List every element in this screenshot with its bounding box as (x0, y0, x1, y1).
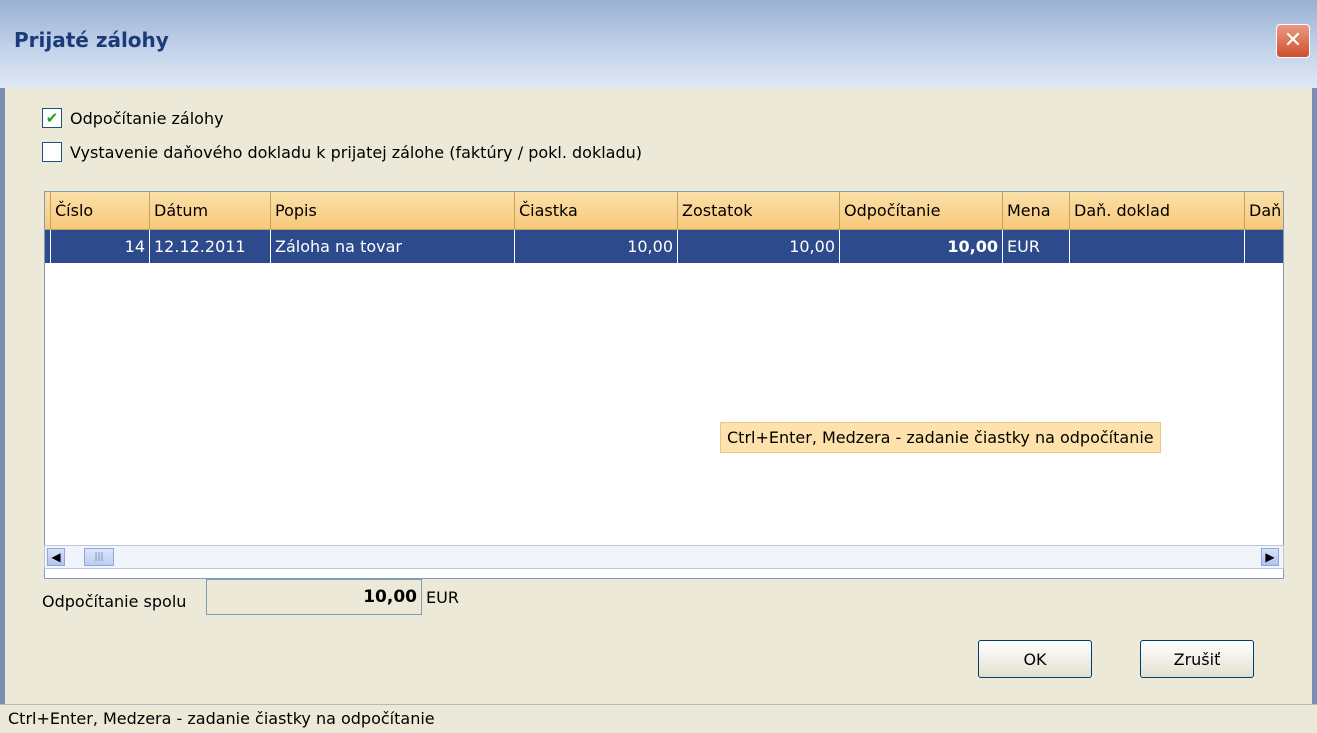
column-header-zostatok[interactable]: Zostatok (678, 192, 840, 229)
window-border-left (0, 88, 5, 733)
total-label: Odpočítanie spolu (42, 592, 187, 611)
column-header-cislo[interactable]: Číslo (51, 192, 150, 229)
advances-grid[interactable]: Číslo Dátum Popis Čiastka Zostatok Odpoč… (44, 191, 1284, 579)
column-header-dan[interactable]: Daň (1245, 192, 1283, 229)
window-title: Prijaté zálohy (14, 28, 169, 52)
cell-cislo[interactable]: 14 (51, 230, 150, 263)
scroll-thumb[interactable]: ||| (84, 548, 114, 566)
ok-button[interactable]: OK (978, 640, 1092, 678)
title-bar[interactable]: Prijaté zálohy ✕ (0, 0, 1317, 88)
arrow-left-icon: ◀ (51, 550, 61, 564)
close-button[interactable]: ✕ (1276, 24, 1310, 58)
table-row[interactable]: 14 12.12.2011 Záloha na tovar 10,00 10,0… (45, 230, 1283, 263)
grid-header: Číslo Dátum Popis Čiastka Zostatok Odpoč… (45, 192, 1283, 230)
deduct-advance-checkbox[interactable]: ✔ (42, 108, 62, 128)
column-header-odpocitanie[interactable]: Odpočítanie (840, 192, 1003, 229)
tax-document-option[interactable]: Vystavenie daňového dokladu k prijatej z… (42, 141, 642, 163)
close-icon: ✕ (1283, 28, 1303, 53)
tax-document-checkbox[interactable] (42, 142, 62, 162)
arrow-right-icon: ▶ (1265, 550, 1275, 564)
cell-zostatok[interactable]: 10,00 (678, 230, 840, 263)
cell-dan[interactable] (1245, 230, 1283, 263)
checkmark-icon: ✔ (45, 108, 59, 127)
tax-document-label: Vystavenie daňového dokladu k prijatej z… (70, 142, 643, 162)
deduct-advance-label: Odpočítanie zálohy (70, 108, 224, 128)
total-currency: EUR (426, 588, 459, 607)
scroll-right-button[interactable]: ▶ (1261, 548, 1279, 566)
keyboard-hint-tooltip: Ctrl+Enter, Medzera - zadanie čiastky na… (720, 422, 1161, 453)
column-header-mena[interactable]: Mena (1003, 192, 1070, 229)
deduct-advance-option[interactable]: ✔ Odpočítanie zálohy (42, 107, 224, 129)
column-header-ciastka[interactable]: Čiastka (515, 192, 678, 229)
total-value: 10,00 (206, 579, 422, 615)
column-header-dan-doklad[interactable]: Daň. doklad (1070, 192, 1245, 229)
advances-dialog: Prijaté zálohy ✕ ✔ Odpočítanie zálohy Vy… (0, 0, 1317, 733)
column-header-datum[interactable]: Dátum (150, 192, 271, 229)
cell-popis[interactable]: Záloha na tovar (271, 230, 515, 263)
cell-ciastka[interactable]: 10,00 (515, 230, 678, 263)
cancel-button[interactable]: Zrušiť (1140, 640, 1254, 678)
cell-odpocitanie[interactable]: 10,00 (840, 230, 1003, 263)
window-border-right (1312, 88, 1317, 733)
column-header-popis[interactable]: Popis (271, 192, 515, 229)
horizontal-scrollbar[interactable]: ◀ ||| ▶ (44, 545, 1284, 569)
cell-mena[interactable]: EUR (1003, 230, 1070, 263)
grip-icon: ||| (94, 552, 104, 562)
cell-dan-doklad[interactable] (1070, 230, 1245, 263)
cell-datum[interactable]: 12.12.2011 (150, 230, 271, 263)
scroll-left-button[interactable]: ◀ (47, 548, 65, 566)
status-bar: Ctrl+Enter, Medzera - zadanie čiastky na… (0, 704, 1317, 733)
